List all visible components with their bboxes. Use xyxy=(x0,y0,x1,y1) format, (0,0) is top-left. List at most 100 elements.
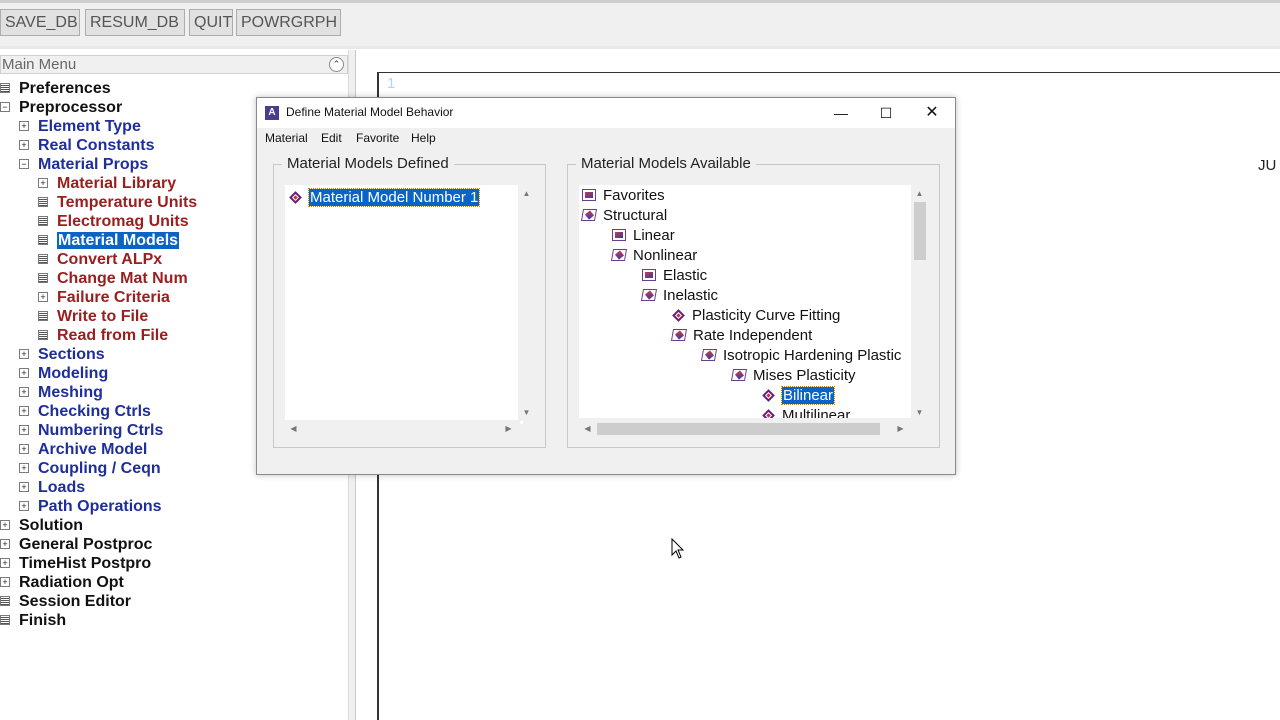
dialog-menubar: Material Edit Favorite Help xyxy=(257,128,955,148)
tree-node-label: Nonlinear xyxy=(633,247,698,264)
dialog-titlebar[interactable]: A Define Material Model Behavior — ☐ ✕ xyxy=(257,98,955,128)
tree-item[interactable]: Convert ALPx xyxy=(38,250,162,269)
expand-icon[interactable]: + xyxy=(19,386,29,397)
tree-item[interactable]: + Radiation Opt xyxy=(0,573,124,592)
tree-item[interactable]: + Coupling / Ceqn xyxy=(19,459,161,478)
tree-item[interactable]: Session Editor xyxy=(0,592,131,611)
scroll-down-icon[interactable]: ▼ xyxy=(912,405,927,420)
scroll-right-icon[interactable]: ▶ xyxy=(893,421,908,436)
tree-item-label: Read from File xyxy=(57,327,169,344)
tree-node[interactable]: Rate Independent xyxy=(670,327,812,345)
tree-item[interactable]: + Modeling xyxy=(19,364,108,383)
tree-item[interactable]: Read from File xyxy=(38,326,168,345)
tree-item[interactable]: + Sections xyxy=(19,345,105,364)
expand-icon[interactable]: + xyxy=(0,538,10,549)
expand-icon[interactable]: + xyxy=(19,139,29,150)
expand-icon[interactable]: + xyxy=(0,557,10,568)
scroll-left-icon[interactable]: ◀ xyxy=(580,421,595,436)
scroll-up-icon[interactable]: ▲ xyxy=(519,186,534,201)
expand-icon[interactable]: + xyxy=(38,291,48,302)
scroll-down-icon[interactable]: ▼ xyxy=(519,405,534,420)
menu-favorite[interactable]: Favorite xyxy=(356,131,399,145)
save-db-button[interactable]: SAVE_DB xyxy=(0,9,80,36)
list-item[interactable]: Material Model Number 1 xyxy=(289,188,481,207)
tree-item[interactable]: + TimeHist Postpro xyxy=(0,554,151,573)
expand-icon[interactable]: + xyxy=(19,120,29,131)
close-icon[interactable]: ✕ xyxy=(909,98,955,128)
tree-node[interactable]: Multilinear xyxy=(762,407,850,418)
collapse-icon[interactable]: − xyxy=(19,158,29,169)
tree-node[interactable]: Structural xyxy=(580,207,667,225)
menu-edit[interactable]: Edit xyxy=(321,131,342,145)
tree-item[interactable]: + Loads xyxy=(19,478,85,497)
tree-item[interactable]: + Element Type xyxy=(19,117,141,136)
tree-item[interactable]: Electromag Units xyxy=(38,212,189,231)
document-icon xyxy=(0,614,10,625)
tree-item[interactable]: Temperature Units xyxy=(38,193,197,212)
expand-icon[interactable]: + xyxy=(19,367,29,378)
expand-icon[interactable]: + xyxy=(19,405,29,416)
tree-node[interactable]: Mises Plasticity xyxy=(730,367,856,385)
expand-icon[interactable]: + xyxy=(0,576,10,587)
tree-node[interactable]: Linear xyxy=(612,227,675,245)
scroll-thumb[interactable] xyxy=(597,423,880,435)
collapse-icon[interactable]: ⌃ xyxy=(329,57,344,72)
tree-item[interactable]: + Real Constants xyxy=(19,136,154,155)
collapse-icon[interactable]: − xyxy=(0,101,10,112)
tree-item[interactable]: + Meshing xyxy=(19,383,103,402)
tree-item[interactable]: Material Models xyxy=(38,231,180,250)
scroll-left-icon[interactable]: ◀ xyxy=(286,421,301,436)
tree-item[interactable]: + Material Library xyxy=(38,174,176,193)
tree-item[interactable]: Finish xyxy=(0,611,66,630)
tree-item-label: Write to File xyxy=(57,308,149,325)
tree-item[interactable]: Change Mat Num xyxy=(38,269,188,288)
menu-help[interactable]: Help xyxy=(411,131,436,145)
tree-item[interactable]: + Solution xyxy=(0,516,83,535)
tree-item[interactable]: + Archive Model xyxy=(19,440,147,459)
tree-node[interactable]: Isotropic Hardening Plastic xyxy=(700,347,902,365)
tree-node[interactable]: Bilinear xyxy=(762,386,836,405)
tree-item[interactable]: + General Postproc xyxy=(0,535,152,554)
expand-icon[interactable]: + xyxy=(19,462,29,473)
tree-node[interactable]: Elastic xyxy=(642,267,707,285)
available-vertical-scrollbar[interactable]: ▲ ▼ xyxy=(911,185,929,421)
tree-item[interactable]: Write to File xyxy=(38,307,148,326)
minimize-icon[interactable]: — xyxy=(818,98,864,128)
tree-item[interactable]: + Failure Criteria xyxy=(38,288,170,307)
tree-item[interactable]: + Checking Ctrls xyxy=(19,402,151,421)
scroll-thumb[interactable] xyxy=(914,202,926,260)
expand-icon[interactable]: + xyxy=(19,348,29,359)
maximize-icon[interactable]: ☐ xyxy=(863,98,909,128)
tree-node[interactable]: Plasticity Curve Fitting xyxy=(672,307,840,325)
tree-node[interactable]: Inelastic xyxy=(640,287,718,305)
scroll-right-icon[interactable]: ▶ xyxy=(501,421,516,436)
tree-item[interactable]: − Preprocessor xyxy=(0,98,122,117)
quit-button[interactable]: QUIT xyxy=(189,9,233,36)
folder-icon xyxy=(582,189,596,202)
menu-material[interactable]: Material xyxy=(265,131,308,145)
expand-icon[interactable]: + xyxy=(0,519,10,530)
expand-icon[interactable]: + xyxy=(38,177,48,188)
tree-item[interactable]: − Material Props xyxy=(19,155,148,174)
resume-db-button[interactable]: RESUM_DB xyxy=(85,9,185,36)
expand-icon[interactable]: + xyxy=(19,424,29,435)
tree-node[interactable]: Nonlinear xyxy=(610,247,698,265)
tree-node-label: Isotropic Hardening Plastic xyxy=(723,347,902,364)
scroll-up-icon[interactable]: ▲ xyxy=(912,186,927,201)
models-defined-list[interactable]: Material Model Number 1 xyxy=(285,185,523,424)
tree-item[interactable]: Preferences xyxy=(0,79,111,98)
tree-node-label: Bilinear xyxy=(780,386,836,405)
tree-item[interactable]: + Numbering Ctrls xyxy=(19,421,163,440)
tree-item[interactable]: + Path Operations xyxy=(19,497,162,516)
defined-vertical-scrollbar[interactable]: ▲ ▼ xyxy=(518,185,536,421)
tree-item-label: Radiation Opt xyxy=(19,574,124,591)
available-horizontal-scrollbar[interactable]: ◀ ▶ xyxy=(579,420,912,438)
models-available-tree[interactable]: Favorites Structural Linear Nonlinear Elasti… xyxy=(579,185,912,418)
powrgrph-button[interactable]: POWRGRPH xyxy=(236,9,341,36)
expand-icon[interactable]: + xyxy=(19,500,29,511)
expand-icon[interactable]: + xyxy=(19,481,29,492)
expand-icon[interactable]: + xyxy=(19,443,29,454)
tree-node-label: Plasticity Curve Fitting xyxy=(692,307,841,324)
defined-horizontal-scrollbar[interactable]: ◀ ▶ xyxy=(285,420,520,438)
tree-node[interactable]: Favorites xyxy=(582,187,665,205)
